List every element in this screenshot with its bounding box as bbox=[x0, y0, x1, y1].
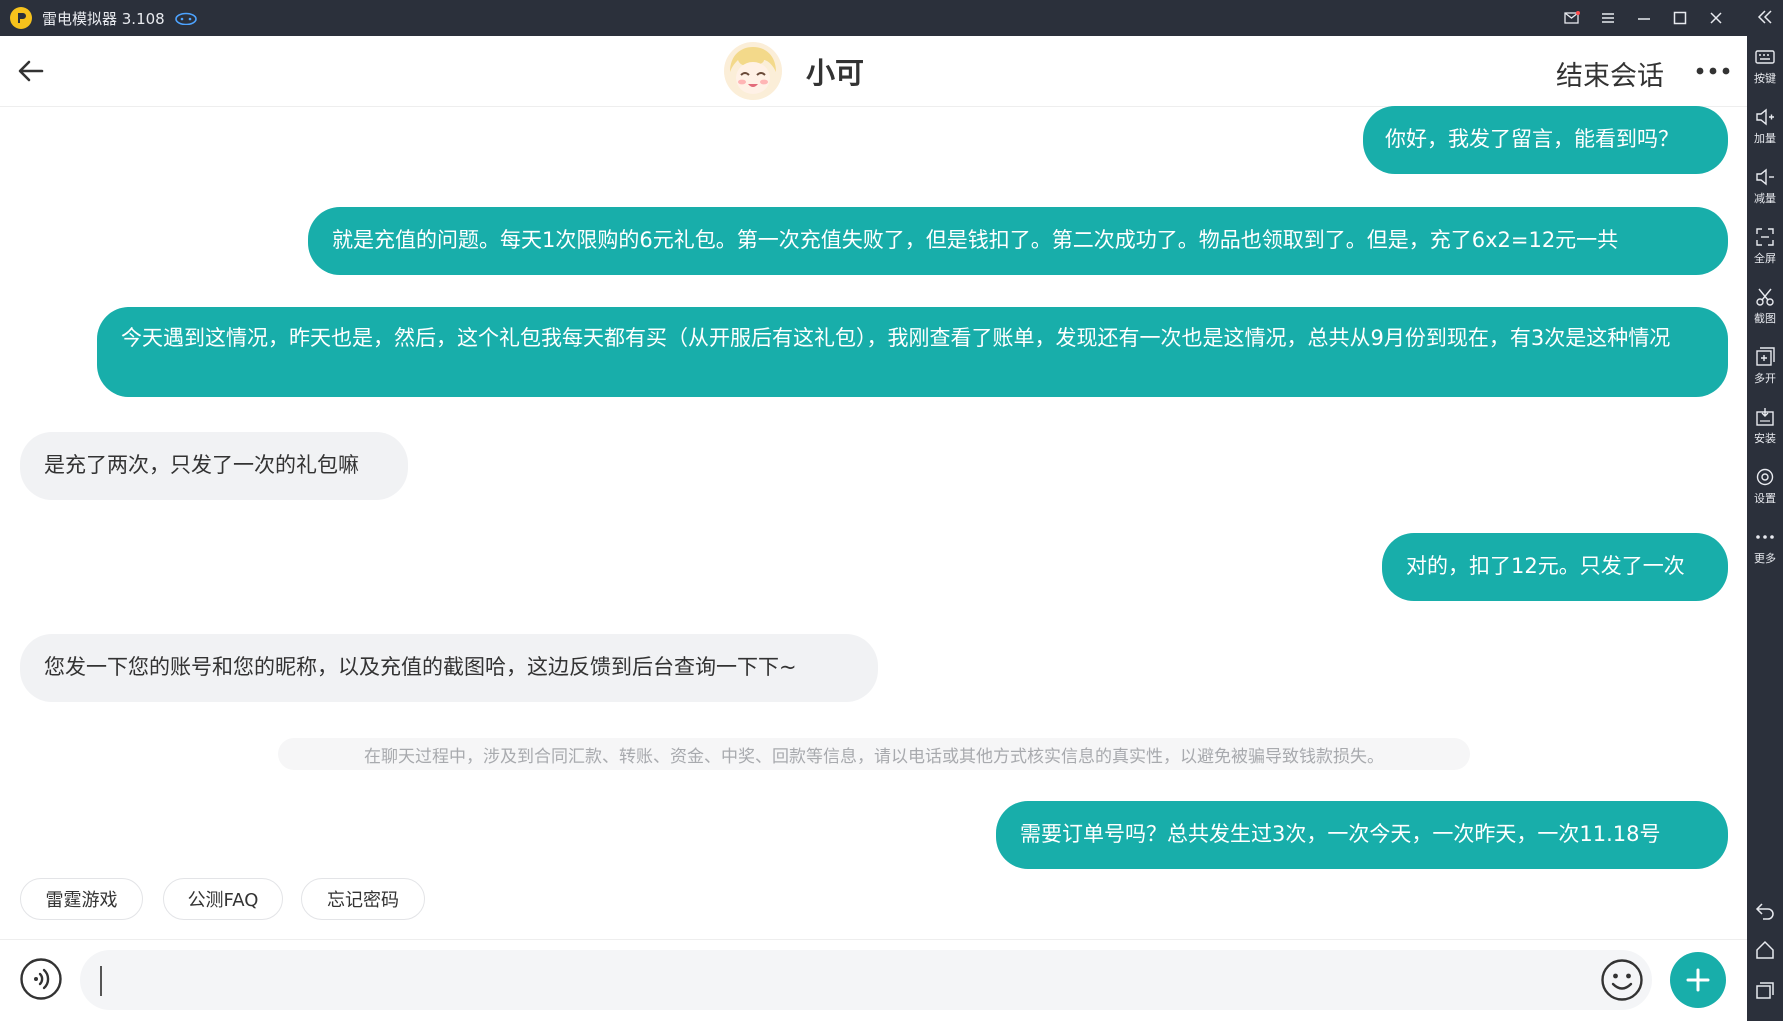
keyboard-icon bbox=[1755, 50, 1775, 64]
chat-header: 小可 结束会话 bbox=[0, 36, 1747, 107]
sidebar-tool-label: 多开 bbox=[1754, 372, 1776, 385]
apk-install-icon bbox=[1756, 408, 1774, 426]
sidebar-tool-install[interactable]: 安装 bbox=[1747, 406, 1783, 446]
avatar[interactable] bbox=[724, 42, 782, 100]
sidebar-tool-settings[interactable]: 设置 bbox=[1747, 466, 1783, 506]
more-options-icon[interactable] bbox=[1695, 66, 1731, 76]
chat-app: 小可 结束会话 你好，我发了留言，能看到吗？ 就是充值的问题。每天1次限购的6元… bbox=[0, 36, 1747, 1021]
message-text: 你好，我发了留言，能看到吗？ bbox=[1385, 127, 1679, 151]
emulator-sidebar: 按键 加量 减量 全屏 截图 多开 安装 设置 更多 bbox=[1747, 0, 1783, 1020]
emulator-title-bar: 雷电模拟器 3.108 bbox=[0, 0, 1783, 36]
anime-avatar-icon bbox=[724, 42, 782, 100]
message-text: 就是充值的问题。每天1次限购的6元礼包。第一次充值失败了，但是钱扣了。第二次成功… bbox=[332, 228, 1619, 252]
maximize-icon[interactable] bbox=[1671, 9, 1689, 27]
sidebar-tool-volume-up[interactable]: 加量 bbox=[1747, 106, 1783, 146]
add-attachment-button[interactable] bbox=[1670, 952, 1726, 1008]
message-incoming[interactable]: 您发一下您的账号和您的昵称，以及充值的截图哈，这边反馈到后台查询一下下~ bbox=[20, 634, 878, 702]
window-title: 雷电模拟器 3.108 bbox=[42, 9, 165, 28]
volume-down-icon bbox=[1756, 168, 1774, 186]
double-chevron-left-icon[interactable] bbox=[1756, 8, 1774, 26]
input-bar bbox=[0, 939, 1747, 1021]
text-caret bbox=[100, 966, 102, 996]
quick-reply-chip[interactable]: 忘记密码 bbox=[301, 878, 425, 920]
sidebar-tool-fullscreen[interactable]: 全屏 bbox=[1747, 226, 1783, 266]
sidebar-tool-label: 设置 bbox=[1754, 492, 1776, 505]
sidebar-tool-more[interactable]: 更多 bbox=[1747, 526, 1783, 566]
back-arrow-icon[interactable] bbox=[14, 54, 48, 88]
message-text: 今天遇到这情况，昨天也是，然后，这个礼包我每天都有买（从开服后有这礼包），我刚查… bbox=[121, 326, 1671, 350]
leidian-logo-icon bbox=[10, 7, 32, 29]
sidebar-tool-label: 更多 bbox=[1754, 552, 1776, 565]
menu-icon[interactable] bbox=[1599, 9, 1617, 27]
plus-icon bbox=[1686, 968, 1710, 992]
sidebar-tool-label: 截图 bbox=[1754, 312, 1776, 325]
more-dots-icon bbox=[1756, 535, 1774, 539]
emoji-icon[interactable] bbox=[1600, 958, 1644, 1002]
sidebar-tool-volume-down[interactable]: 减量 bbox=[1747, 166, 1783, 206]
message-outgoing[interactable]: 你好，我发了留言，能看到吗？ bbox=[1363, 106, 1728, 174]
peer-name: 小可 bbox=[806, 56, 865, 90]
message-text: 是充了两次，只发了一次的礼包嘛 bbox=[44, 453, 359, 477]
quick-reply-chip[interactable]: 雷霆游戏 bbox=[20, 878, 143, 920]
home-nav-icon[interactable] bbox=[1754, 939, 1776, 961]
voice-input-icon[interactable] bbox=[19, 957, 63, 1001]
sidebar-tool-keys[interactable]: 按键 bbox=[1747, 46, 1783, 86]
message-outgoing[interactable]: 就是充值的问题。每天1次限购的6元礼包。第一次充值失败了，但是钱扣了。第二次成功… bbox=[308, 207, 1728, 275]
message-outgoing[interactable]: 今天遇到这情况，昨天也是，然后，这个礼包我每天都有买（从开服后有这礼包），我刚查… bbox=[97, 307, 1728, 397]
message-incoming[interactable]: 是充了两次，只发了一次的礼包嘛 bbox=[20, 432, 408, 500]
message-text: 需要订单号吗？总共发生过3次，一次今天，一次昨天，一次11.18号 bbox=[1020, 822, 1661, 846]
sidebar-tool-label: 全屏 bbox=[1754, 252, 1776, 265]
scissors-icon bbox=[1756, 288, 1774, 306]
end-chat-button[interactable]: 结束会话 bbox=[1556, 54, 1664, 93]
mail-icon[interactable] bbox=[1563, 9, 1581, 27]
multi-instance-icon bbox=[1756, 347, 1775, 366]
minimize-icon[interactable] bbox=[1635, 9, 1653, 27]
message-text: 您发一下您的账号和您的昵称，以及充值的截图哈，这边反馈到后台查询一下下~ bbox=[44, 655, 797, 679]
sidebar-tool-label: 安装 bbox=[1754, 432, 1776, 445]
message-outgoing[interactable]: 对的，扣了12元。只发了一次 bbox=[1382, 533, 1728, 601]
sidebar-tool-label: 减量 bbox=[1754, 192, 1776, 205]
fullscreen-icon bbox=[1756, 228, 1774, 246]
sidebar-tool-multi-open[interactable]: 多开 bbox=[1747, 346, 1783, 386]
close-icon[interactable] bbox=[1707, 9, 1725, 27]
gear-icon bbox=[1756, 468, 1774, 486]
message-input[interactable] bbox=[80, 950, 1652, 1010]
volume-up-icon bbox=[1756, 108, 1774, 126]
quick-reply-chip[interactable]: 公测FAQ bbox=[163, 878, 283, 920]
sidebar-tool-label: 按键 bbox=[1754, 72, 1776, 85]
sidebar-tool-screenshot[interactable]: 截图 bbox=[1747, 286, 1783, 326]
recent-apps-icon[interactable] bbox=[1754, 979, 1776, 1001]
safety-notice: 在聊天过程中，涉及到合同汇款、转账、资金、中奖、回款等信息，请以电话或其他方式核… bbox=[278, 738, 1470, 770]
message-text: 对的，扣了12元。只发了一次 bbox=[1406, 554, 1685, 578]
message-outgoing[interactable]: 需要订单号吗？总共发生过3次，一次今天，一次昨天，一次11.18号 bbox=[996, 801, 1728, 869]
gamepad-cloud-icon[interactable] bbox=[174, 11, 197, 25]
back-nav-icon[interactable] bbox=[1754, 899, 1776, 921]
sidebar-tool-label: 加量 bbox=[1754, 132, 1776, 145]
